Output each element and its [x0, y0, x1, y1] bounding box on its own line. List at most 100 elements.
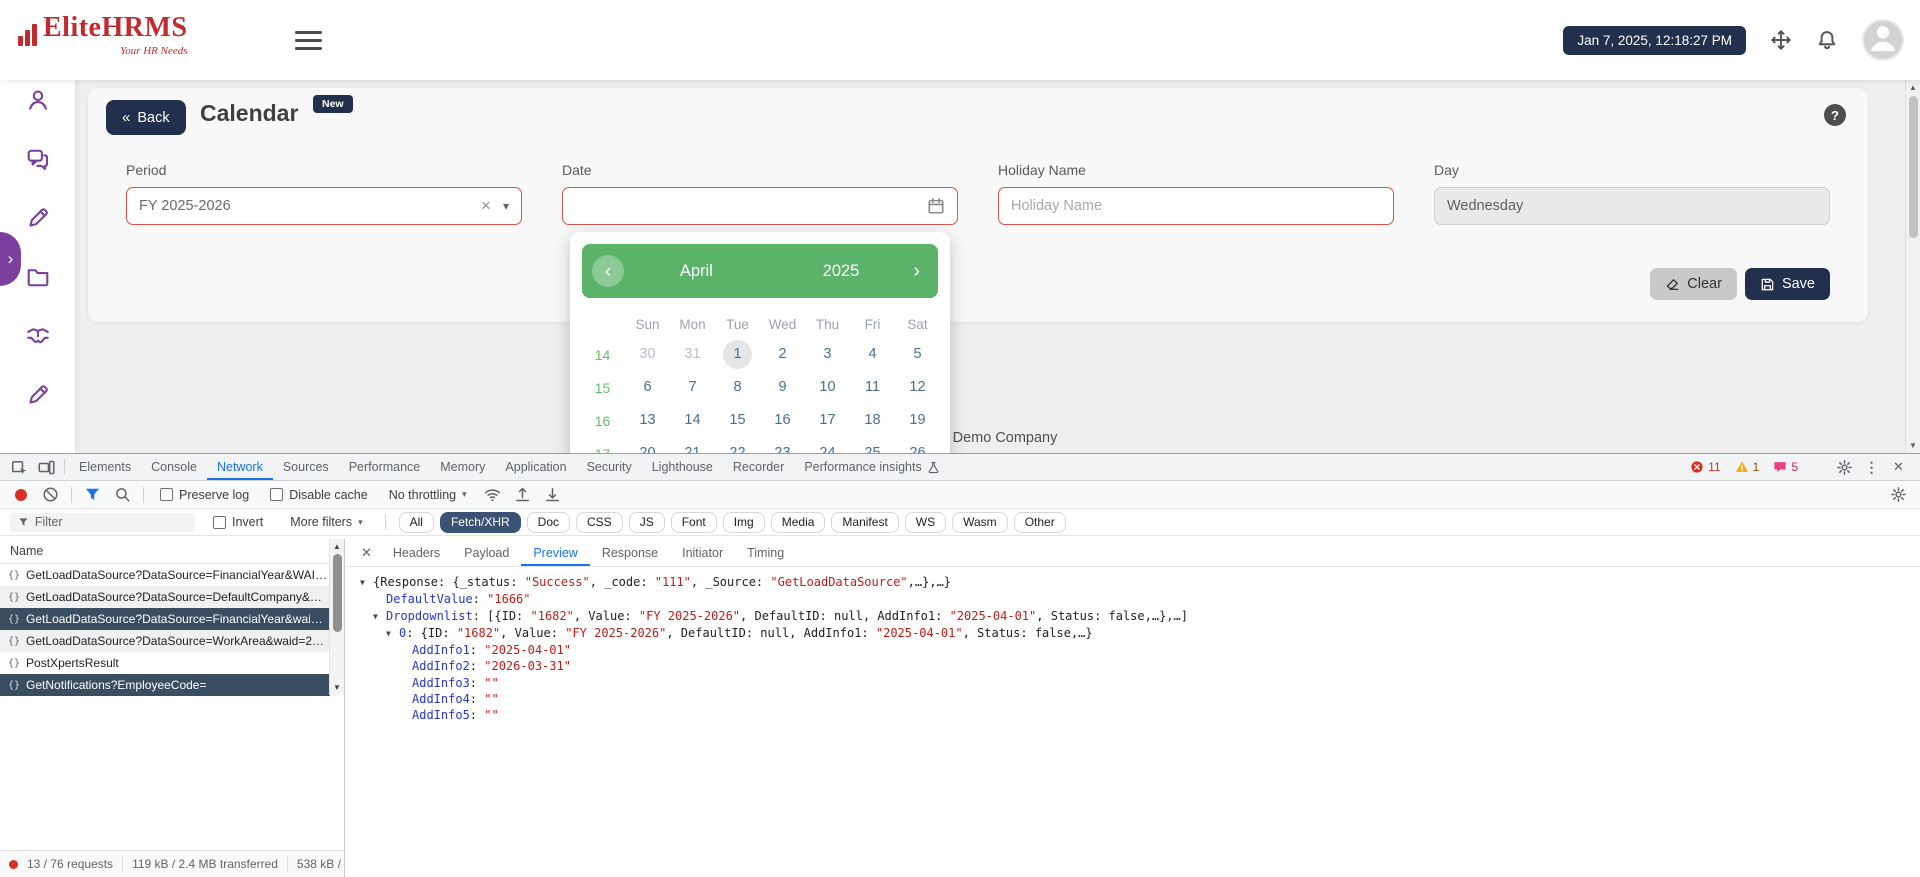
network-filter-input[interactable] — [10, 513, 195, 532]
export-har-icon[interactable] — [544, 486, 561, 503]
calendar-day[interactable]: 30 — [625, 340, 670, 369]
calendar-day[interactable]: 14 — [670, 406, 715, 435]
devtools-tab-sources[interactable]: Sources — [273, 454, 339, 480]
calendar-day[interactable]: 4 — [850, 340, 895, 369]
calendar-day[interactable]: 21 — [670, 439, 715, 453]
brand-logo[interactable]: EliteHRMS Your HR Needs — [18, 14, 188, 57]
avatar[interactable] — [1862, 19, 1904, 61]
calendar-day[interactable]: 20 — [625, 439, 670, 453]
network-request-row[interactable]: {}GetLoadDataSource?DataSource=DefaultCo… — [0, 586, 330, 608]
scrollbar-thumb[interactable] — [333, 554, 342, 632]
import-har-icon[interactable] — [514, 486, 531, 503]
scroll-down-icon[interactable]: ▼ — [1906, 441, 1920, 450]
datepicker-month[interactable]: April — [624, 262, 769, 281]
calendar-day[interactable]: 18 — [850, 406, 895, 435]
panel-tab-headers[interactable]: Headers — [381, 539, 452, 566]
sidebar-item-pen-icon[interactable] — [26, 383, 50, 407]
prev-month-button[interactable]: ‹ — [592, 255, 624, 287]
scrollbar-thumb[interactable] — [1909, 96, 1918, 238]
network-request-row[interactable]: {}GetLoadDataSource?DataSource=Financial… — [0, 564, 330, 586]
inspect-element-icon[interactable] — [11, 459, 28, 476]
calendar-day[interactable]: 9 — [760, 373, 805, 402]
devtools-tab-performance-insights[interactable]: Performance insights — [794, 454, 949, 480]
panel-tab-preview[interactable]: Preview — [521, 539, 589, 566]
calendar-day[interactable]: 6 — [625, 373, 670, 402]
calendar-icon[interactable] — [927, 197, 945, 215]
preview-tree-line[interactable]: ▼0: {ID: "1682", Value: "FY 2025-2026", … — [352, 625, 1920, 642]
filter-pill-wasm[interactable]: Wasm — [952, 512, 1008, 533]
sidebar-item-folder-icon[interactable] — [26, 265, 50, 289]
more-menu-icon[interactable]: ⋮ — [1863, 459, 1880, 476]
devtools-tab-security[interactable]: Security — [577, 454, 642, 480]
scroll-up-icon[interactable]: ▲ — [330, 542, 344, 551]
calendar-day[interactable]: 12 — [895, 373, 940, 402]
clear-network-log-icon[interactable] — [42, 486, 59, 503]
tree-expander-icon[interactable]: ▼ — [360, 575, 373, 591]
more-filters-button[interactable]: More filters ▾ — [290, 515, 362, 529]
record-network-log-button[interactable] — [15, 489, 27, 501]
network-request-row[interactable]: {}GetLoadDataSource?DataSource=WorkArea&… — [0, 630, 330, 652]
filter-toggle-icon[interactable] — [84, 486, 101, 503]
close-devtools-icon[interactable]: ✕ — [1890, 459, 1907, 476]
calendar-day[interactable]: 8 — [715, 373, 760, 402]
network-request-row[interactable]: {}GetLoadDataSource?DataSource=Financial… — [0, 608, 330, 630]
sidebar-item-pen-icon[interactable] — [26, 206, 50, 230]
device-toolbar-icon[interactable] — [38, 459, 55, 476]
holiday-name-input[interactable] — [1011, 198, 1381, 214]
console-errors-badge[interactable]: 11 — [1690, 460, 1720, 474]
preview-tree-line[interactable]: AddInfo2: "2026-03-31" — [352, 658, 1920, 674]
devtools-tab-console[interactable]: Console — [141, 454, 207, 480]
calendar-day[interactable]: 10 — [805, 373, 850, 402]
clear-selection-icon[interactable]: × — [481, 196, 491, 216]
filter-pill-ws[interactable]: WS — [905, 512, 946, 533]
calendar-day[interactable]: 17 — [805, 406, 850, 435]
dropdown-caret-icon[interactable]: ▾ — [503, 199, 509, 213]
sidebar-item-handshake-icon[interactable] — [26, 324, 50, 348]
sidebar-item-chat-icon[interactable] — [26, 147, 50, 171]
date-input[interactable] — [575, 198, 927, 214]
invert-filter-checkbox[interactable]: Invert — [213, 515, 263, 529]
help-icon[interactable]: ? — [1824, 104, 1846, 126]
name-column-header[interactable]: Name — [0, 539, 344, 564]
notifications-bell-icon[interactable] — [1816, 29, 1838, 51]
devtools-tab-network[interactable]: Network — [207, 454, 273, 480]
clear-button[interactable]: Clear — [1650, 268, 1737, 300]
calendar-day[interactable]: 1 — [715, 340, 760, 369]
devtools-tab-elements[interactable]: Elements — [69, 454, 141, 480]
calendar-day[interactable]: 3 — [805, 340, 850, 369]
date-field[interactable] — [562, 187, 958, 225]
preview-tree-line[interactable]: AddInfo3: "" — [352, 675, 1920, 691]
preview-tree-line[interactable]: AddInfo5: "" — [352, 707, 1920, 723]
request-list-scrollbar[interactable]: ▲ ▼ — [329, 539, 344, 695]
calendar-day[interactable]: 16 — [760, 406, 805, 435]
datepicker-year[interactable]: 2025 — [769, 262, 914, 281]
next-month-button[interactable]: › — [913, 260, 920, 283]
devtools-tab-lighthouse[interactable]: Lighthouse — [642, 454, 723, 480]
issues-badge[interactable]: 5 — [1773, 460, 1798, 474]
calendar-day[interactable]: 19 — [895, 406, 940, 435]
panel-tab-initiator[interactable]: Initiator — [670, 539, 735, 566]
network-settings-icon[interactable] — [1890, 486, 1907, 503]
search-network-icon[interactable] — [114, 486, 131, 503]
panel-tab-timing[interactable]: Timing — [735, 539, 796, 566]
devtools-tab-recorder[interactable]: Recorder — [723, 454, 794, 480]
calendar-day[interactable]: 2 — [760, 340, 805, 369]
tree-expander-icon[interactable]: ▼ — [373, 609, 386, 625]
preserve-log-checkbox[interactable]: Preserve log — [160, 488, 249, 502]
close-details-icon[interactable]: ✕ — [361, 545, 372, 561]
disable-cache-checkbox[interactable]: Disable cache — [270, 488, 368, 502]
calendar-day[interactable]: 25 — [850, 439, 895, 453]
preview-tree-line[interactable]: AddInfo4: "" — [352, 691, 1920, 707]
devtools-tab-memory[interactable]: Memory — [430, 454, 495, 480]
holiday-name-field[interactable] — [998, 187, 1394, 225]
filter-text-input[interactable] — [35, 515, 187, 529]
calendar-day[interactable]: 13 — [625, 406, 670, 435]
network-request-row[interactable]: {}GetNotifications?EmployeeCode= — [0, 674, 330, 696]
filter-pill-manifest[interactable]: Manifest — [831, 512, 898, 533]
devtools-tab-performance[interactable]: Performance — [339, 454, 431, 480]
calendar-day[interactable]: 15 — [715, 406, 760, 435]
preview-tree-line[interactable]: ▼Dropdownlist: [{ID: "1682", Value: "FY … — [352, 608, 1920, 625]
calendar-day[interactable]: 22 — [715, 439, 760, 453]
calendar-day[interactable]: 7 — [670, 373, 715, 402]
calendar-day[interactable]: 23 — [760, 439, 805, 453]
